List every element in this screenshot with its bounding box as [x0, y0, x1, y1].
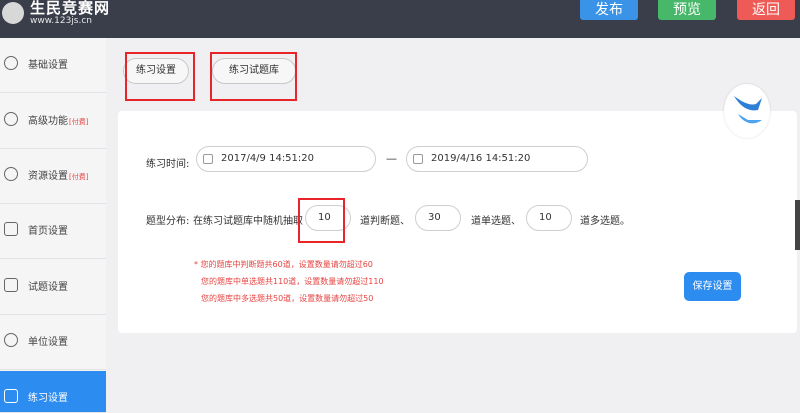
- logo-url: www.123js.cn: [30, 16, 92, 26]
- sidebar-item-questions[interactable]: 试题设置: [0, 260, 106, 315]
- gear-icon: [4, 112, 18, 126]
- logo: 生民竞赛网 www.123js.cn: [0, 0, 130, 38]
- calendar-icon: [203, 154, 213, 164]
- gear-icon: [4, 56, 18, 70]
- multi-suffix-text: 道多选题。: [580, 216, 630, 227]
- highlight-box: [298, 198, 345, 243]
- sidebar-item-advanced[interactable]: 高级功能[付费]: [0, 94, 106, 149]
- sidebar-item-label: 练习设置: [28, 393, 68, 404]
- scrollbar[interactable]: [795, 200, 800, 250]
- back-button[interactable]: 返回: [737, 0, 795, 20]
- date-separator: —: [386, 152, 397, 165]
- page-icon: [4, 222, 18, 236]
- end-date-input[interactable]: 2019/4/16 14:51:20: [406, 146, 588, 172]
- question-distribution-label: 题型分布:: [146, 216, 190, 227]
- sidebar-item-practice[interactable]: 练习设置: [0, 371, 106, 413]
- gear-icon: [4, 167, 18, 181]
- sidebar: 基础设置 高级功能[付费] 资源设置[付费] 首页设置 试题设置 单位设置 练习…: [0, 38, 106, 413]
- single-suffix-text: 道单选题、: [471, 216, 521, 227]
- sidebar-item-label: 资源设置[付费]: [28, 171, 89, 182]
- sidebar-item-label: 高级功能[付费]: [28, 116, 89, 127]
- top-header: 生民竞赛网 www.123js.cn 发布 预览 返回: [0, 0, 800, 38]
- preview-button[interactable]: 预览: [658, 0, 716, 20]
- judge-limit-warning: * 您的题库中判断题共60道，设置数量请勿超过60: [194, 260, 373, 269]
- sidebar-item-organization[interactable]: 单位设置: [0, 315, 106, 370]
- judge-suffix-text: 道判断题、: [360, 216, 410, 227]
- start-date-value: 2017/4/9 14:51:20: [221, 153, 315, 164]
- sidebar-item-label: 试题设置: [28, 282, 68, 293]
- paid-tag: [付费]: [69, 173, 89, 181]
- bird-logo-icon: [724, 84, 770, 138]
- paid-tag: [付费]: [69, 118, 89, 126]
- edit-icon: [4, 278, 18, 292]
- calendar-icon: [413, 154, 423, 164]
- distribution-prefix-text: 在练习试题库中随机抽取: [193, 216, 303, 227]
- book-icon: [4, 389, 18, 403]
- logo-emblem-icon: [2, 2, 24, 24]
- multi-count-input[interactable]: 10: [526, 205, 572, 231]
- publish-button[interactable]: 发布: [580, 0, 638, 20]
- highlight-box: [210, 52, 297, 101]
- sidebar-item-homepage[interactable]: 首页设置: [0, 204, 106, 259]
- multi-limit-warning: 您的题库中多选题共50道，设置数量请勿超过50: [201, 294, 374, 303]
- sidebar-item-label: 基础设置: [28, 60, 68, 71]
- sidebar-item-resources[interactable]: 资源设置[付费]: [0, 149, 106, 204]
- sidebar-item-label: 单位设置: [28, 337, 68, 348]
- start-date-input[interactable]: 2017/4/9 14:51:20: [196, 146, 376, 172]
- user-icon: [4, 333, 18, 347]
- bird-icon-svg: [734, 96, 762, 124]
- practice-time-label: 练习时间:: [146, 159, 190, 170]
- single-limit-warning: 您的题库中单选题共110道，设置数量请勿超过110: [201, 277, 384, 286]
- sidebar-item-label: 首页设置: [28, 226, 68, 237]
- save-settings-button[interactable]: 保存设置: [684, 272, 741, 301]
- highlight-box: [125, 52, 195, 101]
- single-count-input[interactable]: 30: [415, 205, 461, 231]
- end-date-value: 2019/4/16 14:51:20: [431, 153, 531, 164]
- sidebar-item-basic[interactable]: 基础设置: [0, 38, 106, 93]
